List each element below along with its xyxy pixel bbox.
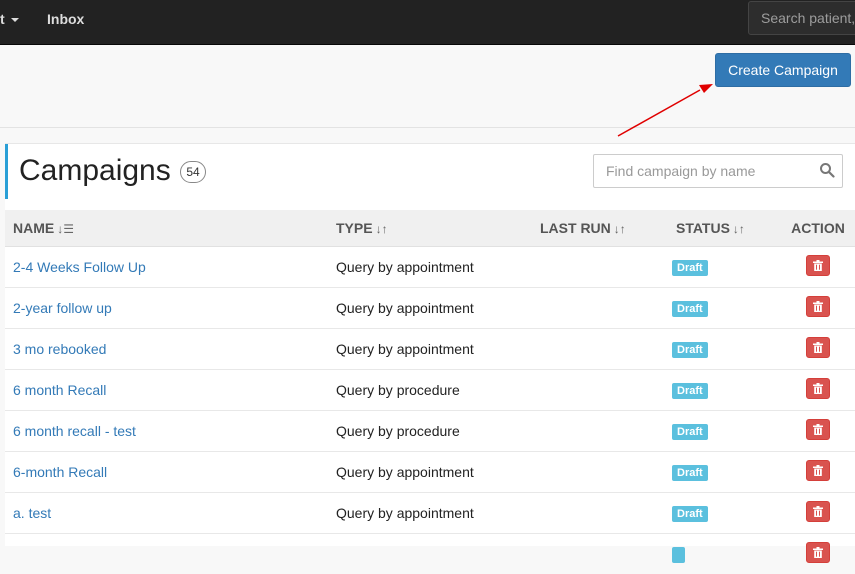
- nav-dropdown-label: t: [0, 11, 5, 27]
- trash-icon: [813, 506, 823, 517]
- trash-icon: [813, 260, 823, 271]
- campaign-name-link[interactable]: 2-4 Weeks Follow Up: [13, 259, 146, 275]
- status-badge: [672, 547, 685, 563]
- table-row: a. test Query by appointment Draft: [5, 493, 855, 534]
- campaign-last-run: [532, 534, 668, 574]
- campaign-last-run: [532, 247, 668, 288]
- delete-button[interactable]: [806, 419, 830, 440]
- campaign-name-link[interactable]: 3 mo rebooked: [13, 341, 106, 357]
- caret-down-icon: [11, 18, 19, 22]
- delete-button[interactable]: [806, 255, 830, 276]
- delete-button[interactable]: [806, 378, 830, 399]
- campaigns-table: NAME↓☰ TYPE↓↑ LAST RUN↓↑ STATUS↓↑ ACTION…: [5, 210, 855, 574]
- delete-button[interactable]: [806, 296, 830, 317]
- panel-heading: Campaigns 54: [5, 144, 855, 199]
- campaign-name-link[interactable]: a. test: [13, 505, 51, 521]
- annotation-arrow-line: [618, 90, 700, 136]
- top-navbar: t Inbox: [0, 0, 855, 45]
- find-campaign-wrapper: [593, 154, 843, 188]
- campaign-type: Query by procedure: [328, 411, 532, 452]
- status-badge: Draft: [672, 383, 708, 399]
- column-header-name-label: NAME: [13, 220, 54, 236]
- trash-icon: [813, 342, 823, 353]
- header-divider: [0, 127, 855, 128]
- sort-icon: ↓↑: [376, 222, 388, 236]
- column-header-type-label: TYPE: [336, 220, 373, 236]
- campaign-last-run: [532, 288, 668, 329]
- campaign-name-link[interactable]: 6-month Recall: [13, 464, 107, 480]
- column-header-name[interactable]: NAME↓☰: [5, 210, 328, 247]
- delete-button[interactable]: [806, 337, 830, 358]
- column-header-status-label: STATUS: [676, 220, 730, 236]
- delete-button[interactable]: [806, 460, 830, 481]
- campaign-type: Query by appointment: [328, 329, 532, 370]
- status-badge: Draft: [672, 506, 708, 522]
- sort-alpha-icon: ↓☰: [57, 222, 74, 236]
- campaign-name-link[interactable]: 6 month recall - test: [13, 423, 136, 439]
- delete-button[interactable]: [806, 501, 830, 522]
- trash-icon: [813, 383, 823, 394]
- campaign-type: Query by appointment: [328, 247, 532, 288]
- campaign-name-link[interactable]: 6 month Recall: [13, 382, 106, 398]
- campaign-last-run: [532, 329, 668, 370]
- table-body: 2-4 Weeks Follow Up Query by appointment…: [5, 247, 855, 574]
- column-header-action: ACTION: [781, 210, 855, 247]
- table-row: [5, 534, 855, 574]
- campaign-name-link[interactable]: 2-year follow up: [13, 300, 112, 316]
- campaign-last-run: [532, 370, 668, 411]
- campaign-type: [328, 534, 532, 574]
- table-row: 6 month Recall Query by procedure Draft: [5, 370, 855, 411]
- sort-icon: ↓↑: [733, 222, 745, 236]
- nav-dropdown[interactable]: t: [0, 11, 19, 27]
- page-title: Campaigns: [19, 154, 171, 188]
- column-header-last-run-label: LAST RUN: [540, 220, 611, 236]
- nav-inbox-link[interactable]: Inbox: [47, 11, 84, 27]
- campaign-count-badge: 54: [180, 161, 206, 183]
- column-header-type[interactable]: TYPE↓↑: [328, 210, 532, 247]
- status-badge: Draft: [672, 260, 708, 276]
- status-badge: Draft: [672, 301, 708, 317]
- campaign-type: Query by appointment: [328, 452, 532, 493]
- trash-icon: [813, 465, 823, 476]
- delete-button[interactable]: [806, 542, 830, 563]
- trash-icon: [813, 301, 823, 312]
- column-header-status[interactable]: STATUS↓↑: [668, 210, 781, 247]
- campaigns-panel: Campaigns 54 NAME↓☰ TYPE↓↑ LAST RUN↓↑: [5, 143, 855, 546]
- patient-search-input[interactable]: [748, 1, 855, 35]
- table-row: 2-4 Weeks Follow Up Query by appointment…: [5, 247, 855, 288]
- status-badge: Draft: [672, 342, 708, 358]
- campaign-type: Query by procedure: [328, 370, 532, 411]
- create-campaign-button[interactable]: Create Campaign: [715, 53, 851, 87]
- status-badge: Draft: [672, 465, 708, 481]
- column-header-last-run[interactable]: LAST RUN↓↑: [532, 210, 668, 247]
- trash-icon: [813, 424, 823, 435]
- find-campaign-input[interactable]: [593, 154, 843, 188]
- campaign-last-run: [532, 411, 668, 452]
- campaign-type: Query by appointment: [328, 493, 532, 534]
- status-badge: Draft: [672, 424, 708, 440]
- sort-icon: ↓↑: [614, 222, 626, 236]
- table-row: 2-year follow up Query by appointment Dr…: [5, 288, 855, 329]
- table-header-row: NAME↓☰ TYPE↓↑ LAST RUN↓↑ STATUS↓↑ ACTION: [5, 210, 855, 247]
- search-icon[interactable]: [819, 162, 835, 178]
- campaign-last-run: [532, 493, 668, 534]
- table-row: 6 month recall - test Query by procedure…: [5, 411, 855, 452]
- table-row: 3 mo rebooked Query by appointment Draft: [5, 329, 855, 370]
- campaign-type: Query by appointment: [328, 288, 532, 329]
- annotation-arrow-head: [699, 84, 713, 93]
- trash-icon: [813, 547, 823, 558]
- table-row: 6-month Recall Query by appointment Draf…: [5, 452, 855, 493]
- campaign-last-run: [532, 452, 668, 493]
